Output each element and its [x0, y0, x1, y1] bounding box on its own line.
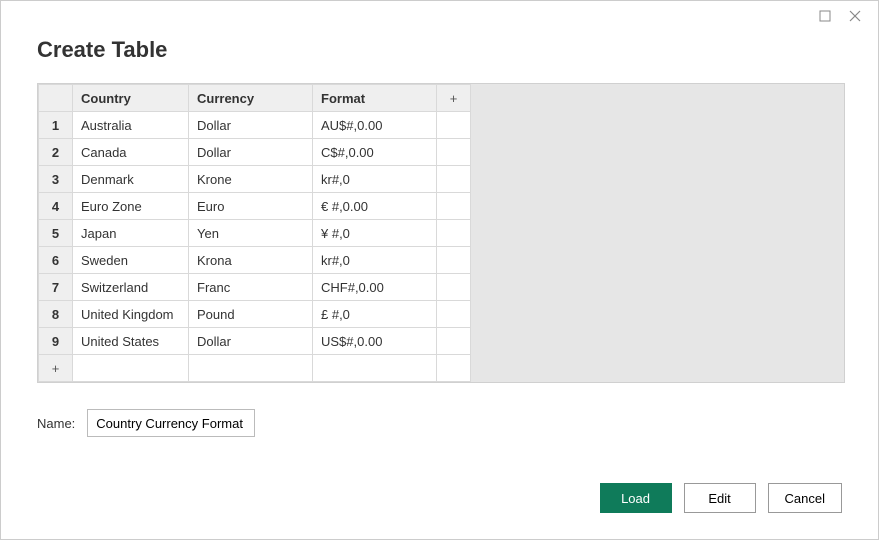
row-number[interactable]: 1 — [39, 112, 73, 139]
table-row: 4Euro ZoneEuro€ #,0.00 — [39, 193, 471, 220]
name-row: Name: — [37, 409, 842, 437]
cell-currency[interactable]: Yen — [189, 220, 313, 247]
row-number[interactable]: 6 — [39, 247, 73, 274]
cell-format[interactable]: C$#,0.00 — [313, 139, 437, 166]
cell-empty[interactable] — [437, 355, 471, 382]
cell-extra[interactable] — [437, 193, 471, 220]
name-input[interactable] — [87, 409, 255, 437]
row-number[interactable]: 5 — [39, 220, 73, 247]
cell-currency[interactable]: Krone — [189, 166, 313, 193]
cell-extra[interactable] — [437, 274, 471, 301]
row-number[interactable]: 2 — [39, 139, 73, 166]
cell-country[interactable]: Switzerland — [73, 274, 189, 301]
edit-button[interactable]: Edit — [684, 483, 756, 513]
add-row-button[interactable]: + — [39, 355, 73, 382]
cell-format[interactable]: kr#,0 — [313, 247, 437, 274]
cell-format[interactable]: £ #,0 — [313, 301, 437, 328]
row-number[interactable]: 8 — [39, 301, 73, 328]
cell-currency[interactable]: Franc — [189, 274, 313, 301]
col-header-format[interactable]: Format — [313, 85, 437, 112]
cell-country[interactable]: United Kingdom — [73, 301, 189, 328]
cell-extra[interactable] — [437, 301, 471, 328]
data-table: Country Currency Format + 1AustraliaDoll… — [38, 84, 471, 382]
col-header-currency[interactable]: Currency — [189, 85, 313, 112]
cell-empty[interactable] — [313, 355, 437, 382]
cell-country[interactable]: Euro Zone — [73, 193, 189, 220]
table-row: 5JapanYen¥ #,0 — [39, 220, 471, 247]
cell-extra[interactable] — [437, 166, 471, 193]
cell-currency[interactable]: Dollar — [189, 139, 313, 166]
table-row: 8United KingdomPound£ #,0 — [39, 301, 471, 328]
cell-country[interactable]: United States — [73, 328, 189, 355]
cell-format[interactable]: CHF#,0.00 — [313, 274, 437, 301]
table-row: 7SwitzerlandFrancCHF#,0.00 — [39, 274, 471, 301]
cell-empty[interactable] — [73, 355, 189, 382]
close-icon[interactable] — [840, 1, 870, 31]
cell-currency[interactable]: Krona — [189, 247, 313, 274]
cell-currency[interactable]: Euro — [189, 193, 313, 220]
cell-currency[interactable]: Dollar — [189, 328, 313, 355]
create-table-dialog: Create Table Country Currency Format + 1… — [0, 0, 879, 540]
table-row: 1AustraliaDollarAU$#,0.00 — [39, 112, 471, 139]
cell-country[interactable]: Denmark — [73, 166, 189, 193]
load-button[interactable]: Load — [600, 483, 672, 513]
row-number[interactable]: 9 — [39, 328, 73, 355]
cell-country[interactable]: Australia — [73, 112, 189, 139]
cell-currency[interactable]: Pound — [189, 301, 313, 328]
row-number[interactable]: 4 — [39, 193, 73, 220]
table-row: 9United StatesDollarUS$#,0.00 — [39, 328, 471, 355]
cell-empty[interactable] — [189, 355, 313, 382]
window-title-bar — [1, 1, 878, 31]
cell-country[interactable]: Canada — [73, 139, 189, 166]
cancel-button[interactable]: Cancel — [768, 483, 842, 513]
cell-extra[interactable] — [437, 328, 471, 355]
cell-extra[interactable] — [437, 139, 471, 166]
col-header-country[interactable]: Country — [73, 85, 189, 112]
cell-format[interactable]: € #,0.00 — [313, 193, 437, 220]
table-row: 2CanadaDollarC$#,0.00 — [39, 139, 471, 166]
table-row: 3DenmarkKronekr#,0 — [39, 166, 471, 193]
row-number[interactable]: 3 — [39, 166, 73, 193]
add-column-button[interactable]: + — [437, 85, 471, 112]
table-area: Country Currency Format + 1AustraliaDoll… — [37, 83, 845, 383]
header-row: Country Currency Format + — [39, 85, 471, 112]
cell-format[interactable]: ¥ #,0 — [313, 220, 437, 247]
cell-extra[interactable] — [437, 247, 471, 274]
cell-extra[interactable] — [437, 220, 471, 247]
cell-format[interactable]: US$#,0.00 — [313, 328, 437, 355]
dialog-buttons: Load Edit Cancel — [600, 483, 842, 513]
maximize-icon[interactable] — [810, 1, 840, 31]
name-label: Name: — [37, 416, 75, 431]
cell-format[interactable]: kr#,0 — [313, 166, 437, 193]
cell-extra[interactable] — [437, 112, 471, 139]
cell-currency[interactable]: Dollar — [189, 112, 313, 139]
cell-format[interactable]: AU$#,0.00 — [313, 112, 437, 139]
dialog-title: Create Table — [1, 31, 878, 83]
row-number[interactable]: 7 — [39, 274, 73, 301]
cell-country[interactable]: Sweden — [73, 247, 189, 274]
corner-cell — [39, 85, 73, 112]
add-row[interactable]: + — [39, 355, 471, 382]
cell-country[interactable]: Japan — [73, 220, 189, 247]
table-row: 6SwedenKronakr#,0 — [39, 247, 471, 274]
